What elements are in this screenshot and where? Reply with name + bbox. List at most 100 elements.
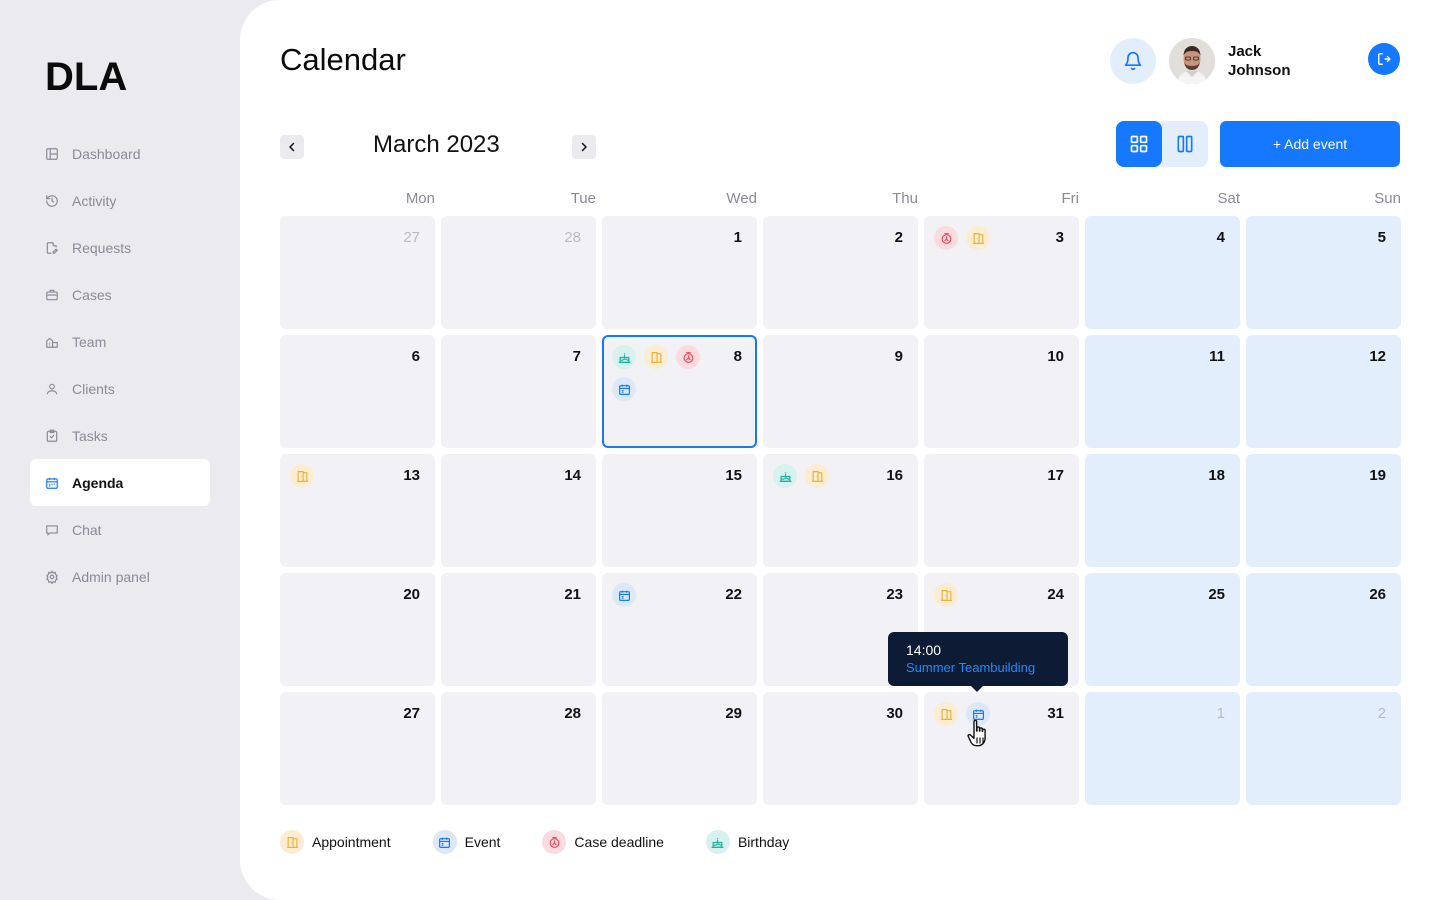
app-logo: DLA xyxy=(45,55,128,99)
sidebar-item-clients[interactable]: Clients xyxy=(30,365,210,412)
day-number: 27 xyxy=(403,229,420,246)
calendar-day-cell[interactable]: 4 xyxy=(1085,216,1240,329)
calendar-day-cell[interactable]: 19 xyxy=(1246,454,1401,567)
calendar-day-cell[interactable]: 2 xyxy=(1246,692,1401,805)
calendar-day-cell[interactable]: 14 xyxy=(441,454,596,567)
sidebar-item-cases[interactable]: Cases xyxy=(30,271,210,318)
appointment-icon[interactable] xyxy=(290,464,314,488)
calendar-day-cell[interactable]: 6 xyxy=(280,335,435,448)
weekday-sat: Sat xyxy=(1217,190,1240,207)
appointment-icon[interactable] xyxy=(966,226,990,250)
calendar-day-cell[interactable]: 31 xyxy=(924,692,1079,805)
birthday-icon[interactable] xyxy=(612,345,636,369)
calendar-day-cell[interactable]: 26 xyxy=(1246,573,1401,686)
hand-cursor-icon xyxy=(967,719,986,747)
calendar-day-cell[interactable]: 10 xyxy=(924,335,1079,448)
appointment-icon[interactable] xyxy=(934,702,958,726)
notifications-button[interactable] xyxy=(1110,38,1156,84)
calendar-day-cell[interactable]: 16 xyxy=(763,454,918,567)
add-event-button[interactable]: + Add event xyxy=(1220,121,1400,167)
calendar-day-cell[interactable]: 1 xyxy=(602,216,757,329)
calendar-day-cell[interactable]: 9 xyxy=(763,335,918,448)
event-icon[interactable] xyxy=(612,377,636,401)
sidebar-item-dashboard[interactable]: Dashboard xyxy=(30,130,210,177)
avatar[interactable] xyxy=(1169,38,1215,84)
deadline-icon[interactable] xyxy=(676,345,700,369)
user-last-name: Johnson xyxy=(1228,62,1291,79)
calendar-day-cell[interactable]: 29 xyxy=(602,692,757,805)
day-number: 28 xyxy=(564,705,581,722)
settings-icon xyxy=(45,569,59,584)
calendar-day-cell[interactable]: 13 xyxy=(280,454,435,567)
calendar-day-cell[interactable]: 8 xyxy=(602,335,757,448)
calendar-day-cell[interactable]: 5 xyxy=(1246,216,1401,329)
day-number: 22 xyxy=(725,586,742,603)
legend-label: Birthday xyxy=(737,834,790,850)
weekday-header: Mon Tue Wed Thu Fri Sat Sun xyxy=(280,190,1401,210)
weekday-sun: Sun xyxy=(1374,190,1401,207)
calendar-day-cell[interactable]: 17 xyxy=(924,454,1079,567)
birthday-icon[interactable] xyxy=(773,464,797,488)
calendar-day-cell[interactable]: 3 xyxy=(924,216,1079,329)
sidebar-item-agenda[interactable]: Agenda xyxy=(30,459,210,506)
day-number: 18 xyxy=(1208,467,1225,484)
columns-view-button[interactable] xyxy=(1162,121,1208,167)
day-number: 9 xyxy=(894,348,903,365)
day-number: 31 xyxy=(1047,705,1064,722)
event-markers xyxy=(612,583,722,607)
calendar-day-cell[interactable]: 27 xyxy=(280,692,435,805)
sidebar-item-requests[interactable]: Requests xyxy=(30,224,210,271)
calendar-day-cell[interactable]: 21 xyxy=(441,573,596,686)
sidebar-item-tasks[interactable]: Tasks xyxy=(30,412,210,459)
sidebar-item-label: Tasks xyxy=(72,427,108,444)
appointment-icon[interactable] xyxy=(934,583,958,607)
bell-icon xyxy=(1124,51,1142,71)
next-month-button[interactable] xyxy=(572,135,596,159)
appointment-icon[interactable] xyxy=(805,464,829,488)
prev-month-button[interactable] xyxy=(280,135,304,159)
calendar-day-cell[interactable]: 7 xyxy=(441,335,596,448)
day-number: 24 xyxy=(1047,586,1064,603)
logout-button[interactable] xyxy=(1368,43,1400,75)
user-name[interactable]: Jack Johnson xyxy=(1228,42,1318,80)
grid-icon xyxy=(1130,135,1148,153)
user-icon xyxy=(45,382,59,396)
calendar-day-cell[interactable]: 11 xyxy=(1085,335,1240,448)
sidebar-item-label: Dashboard xyxy=(72,145,141,162)
sidebar-item-label: Team xyxy=(72,333,107,350)
calendar-day-cell[interactable]: 25 xyxy=(1085,573,1240,686)
calendar-day-cell[interactable]: 22 xyxy=(602,573,757,686)
main-panel: Calendar Jack Johnson March 2023 + Add e… xyxy=(240,0,1440,900)
calendar-day-cell[interactable]: 15 xyxy=(602,454,757,567)
calendar-day-cell[interactable]: 18 xyxy=(1085,454,1240,567)
weekday-mon: Mon xyxy=(405,190,435,207)
day-number: 26 xyxy=(1369,586,1386,603)
day-number: 4 xyxy=(1216,229,1225,246)
calendar-day-cell[interactable]: 12 xyxy=(1246,335,1401,448)
deadline-icon[interactable] xyxy=(934,226,958,250)
calendar-day-cell[interactable]: 28 xyxy=(441,692,596,805)
calendar-day-cell[interactable]: 30 xyxy=(763,692,918,805)
sidebar-item-chat[interactable]: Chat xyxy=(30,506,210,553)
tooltip-title[interactable]: Summer Teambuilding xyxy=(906,659,1050,676)
event-icon[interactable] xyxy=(612,583,636,607)
day-number: 29 xyxy=(725,705,742,722)
calendar-day-cell[interactable]: 28 xyxy=(441,216,596,329)
day-number: 8 xyxy=(733,348,742,365)
sidebar-item-activity[interactable]: Activity xyxy=(30,177,210,224)
calendar-day-cell[interactable]: 20 xyxy=(280,573,435,686)
appointment-icon[interactable] xyxy=(644,345,668,369)
chevron-right-icon xyxy=(581,142,587,152)
sidebar-item-admin-panel[interactable]: Admin panel xyxy=(30,553,210,600)
calendar-day-cell[interactable]: 2 xyxy=(763,216,918,329)
event-markers xyxy=(290,464,400,488)
sidebar-item-team[interactable]: Team xyxy=(30,318,210,365)
calendar-day-cell[interactable]: 27 xyxy=(280,216,435,329)
grid-view-button[interactable] xyxy=(1116,121,1162,167)
chat-icon xyxy=(45,523,59,537)
sidebar-item-label: Cases xyxy=(72,286,112,303)
sidebar-nav: Dashboard Activity Requests Cases Team Client… xyxy=(30,130,210,600)
calendar-day-cell[interactable]: 1 xyxy=(1085,692,1240,805)
day-number: 1 xyxy=(1216,705,1225,722)
sidebar-item-label: Agenda xyxy=(72,474,124,491)
